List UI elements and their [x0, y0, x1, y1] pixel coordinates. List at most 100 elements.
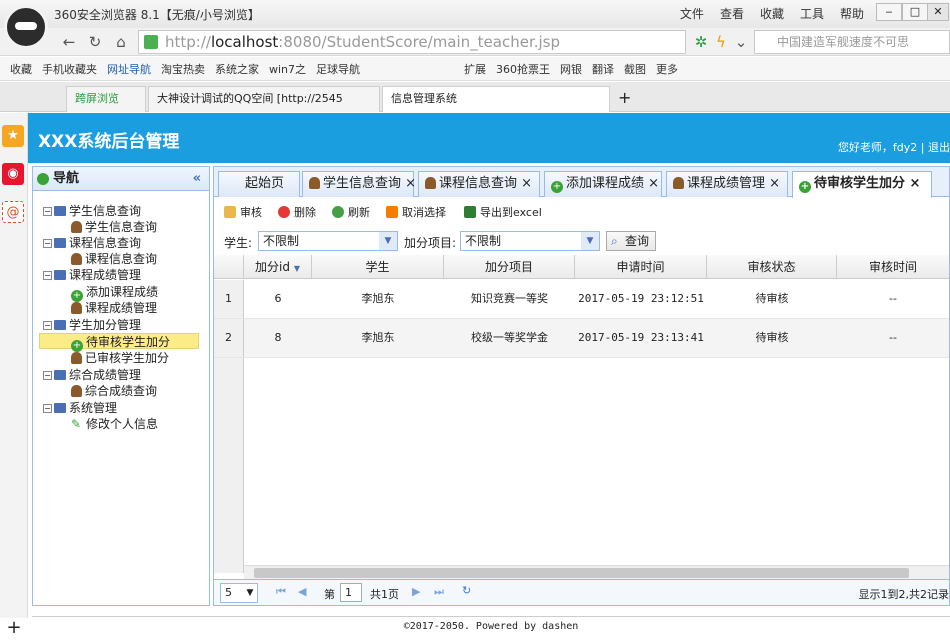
minimize-button[interactable]: ‒	[876, 3, 902, 21]
tab-course-info[interactable]: 课程信息查询 ×	[418, 171, 540, 197]
student-select[interactable]: 不限制 ▼	[258, 231, 398, 251]
delete-button[interactable]: 删除	[278, 204, 316, 220]
query-button[interactable]: ⌕ 查询	[606, 231, 656, 251]
user-icon	[71, 221, 82, 233]
menu-file[interactable]: 文件	[680, 5, 704, 22]
nav-title: 导航	[53, 171, 80, 186]
tree-item[interactable]: 课程信息查询	[71, 251, 157, 267]
tree-group[interactable]: − 系统管理	[43, 400, 117, 416]
column-header[interactable]: 审核状态	[707, 255, 837, 279]
fav-item[interactable]: 360抢票王	[496, 61, 550, 77]
prev-page-icon[interactable]: ◀	[298, 585, 306, 598]
fav-item[interactable]: 截图	[624, 61, 646, 77]
tree-item[interactable]: 课程成绩管理	[71, 300, 157, 316]
computer-icon	[54, 238, 66, 248]
fav-item[interactable]: 收藏	[10, 61, 32, 77]
refresh-button[interactable]: 刷新	[332, 204, 370, 220]
column-header[interactable]: 加分项目	[444, 255, 575, 279]
fav-item[interactable]: 淘宝热卖	[161, 61, 205, 77]
tree-item[interactable]: 学生信息查询	[71, 219, 157, 235]
user-icon	[71, 385, 82, 397]
address-bar-row: ← ↻ ⌂ http://localhost:8080/StudentScore…	[0, 28, 950, 56]
tree-item[interactable]: 综合成绩查询	[71, 383, 157, 399]
tab-score-manage[interactable]: 课程成绩管理 ×	[666, 171, 788, 197]
browser-tab-active[interactable]: 信息管理系统	[382, 86, 610, 112]
menu-help[interactable]: 帮助	[840, 5, 864, 22]
browser-sidebar: ★ ◉ @	[0, 113, 28, 618]
cell-time: 2017-05-19 23:12:51	[578, 292, 704, 305]
audit-button[interactable]: 审核	[224, 204, 262, 220]
column-header[interactable]: 学生	[312, 255, 444, 279]
new-tab-icon[interactable]: +	[618, 88, 631, 107]
star-icon[interactable]: ★	[2, 125, 24, 147]
fav-item[interactable]: 网址导航	[107, 61, 151, 77]
menu-view[interactable]: 查看	[720, 5, 744, 22]
cell-id: 6	[274, 292, 282, 305]
tree-item[interactable]: ✎ 修改个人信息	[71, 416, 158, 432]
tab-pending-bonus[interactable]: + 待审核学生加分 ×	[792, 171, 932, 198]
user-icon	[71, 302, 82, 314]
column-header[interactable]: 申请时间	[575, 255, 707, 279]
next-page-icon[interactable]: ▶	[412, 585, 420, 598]
last-page-icon[interactable]: ⏭	[434, 585, 444, 599]
fav-item[interactable]: 网银	[560, 61, 582, 77]
lightning-icon[interactable]: ϟ	[710, 31, 732, 53]
user-icon	[71, 352, 82, 364]
tree-group[interactable]: − 课程成绩管理	[43, 267, 141, 283]
fav-item[interactable]: 足球导航	[316, 61, 360, 77]
plus-icon[interactable]: +	[0, 618, 28, 640]
tree-group[interactable]: − 学生信息查询	[43, 203, 141, 219]
tree-group[interactable]: − 综合成绩管理	[43, 367, 141, 383]
browser-tab[interactable]: 跨屏浏览	[66, 86, 146, 112]
user-greeting[interactable]: 您好老师，fdy2 | 退出	[838, 139, 950, 155]
home-icon[interactable]: ⌂	[110, 31, 132, 53]
toolbar: 审核 删除 刷新 取消选择 导出到excel	[214, 201, 949, 223]
column-header[interactable]: 加分id ▼	[244, 255, 312, 279]
url-input[interactable]: http://localhost:8080/StudentScore/main_…	[138, 30, 686, 54]
tree-group[interactable]: − 学生加分管理	[43, 317, 141, 333]
page-input[interactable]: 1	[340, 583, 362, 602]
scrollbar-thumb[interactable]	[254, 568, 909, 578]
bonus-item-select[interactable]: 不限制 ▼	[460, 231, 600, 251]
fav-item[interactable]: win7之	[269, 61, 306, 77]
fav-item[interactable]: 扩展	[464, 61, 486, 77]
search-input[interactable]: 中国建造军舰速度不可思	[754, 30, 950, 54]
close-window-button[interactable]: ✕	[927, 3, 949, 21]
fav-item[interactable]: 手机收藏夹	[42, 61, 97, 77]
chevron-down-icon: ▼	[379, 232, 397, 250]
fav-item[interactable]: 翻译	[592, 61, 614, 77]
back-icon[interactable]: ←	[58, 31, 80, 53]
maximize-button[interactable]: □	[902, 3, 928, 21]
cancel-selection-button[interactable]: 取消选择	[386, 204, 446, 220]
fav-item[interactable]: 系统之家	[215, 61, 259, 77]
first-page-icon[interactable]: ⏮	[276, 585, 286, 599]
nav-icon	[37, 173, 49, 185]
mail-icon[interactable]: @	[2, 201, 24, 223]
table-row[interactable]: 2 8 李旭东 校级一等奖学金 2017-05-19 23:13:41 待审核 …	[214, 319, 949, 358]
browser-tab[interactable]: 大神设计调试的QQ空间 [http://2545	[148, 86, 380, 112]
menu-tools[interactable]: 工具	[800, 5, 824, 22]
refresh-icon[interactable]: ↻	[84, 31, 106, 53]
reload-page-icon[interactable]: ↻	[462, 584, 471, 597]
collapse-icon[interactable]: «	[193, 167, 201, 191]
window-title: 360安全浏览器 8.1【无痕/小号浏览】	[54, 8, 260, 22]
page-size-select[interactable]: 5 ▼	[220, 583, 258, 603]
menu-favorites[interactable]: 收藏	[760, 5, 784, 22]
tree-item[interactable]: 已审核学生加分	[71, 350, 169, 366]
column-header[interactable]: 审核时间	[837, 255, 949, 279]
tab-add-score[interactable]: + 添加课程成绩 ×	[544, 171, 662, 197]
table-row[interactable]: 1 6 李旭东 知识竞赛一等奖 2017-05-19 23:12:51 待审核 …	[214, 280, 949, 319]
cell-id: 8	[274, 331, 282, 344]
tree-group[interactable]: − 课程信息查询	[43, 235, 141, 251]
tree-item-selected[interactable]: + 待审核学生加分	[39, 333, 199, 352]
export-excel-button[interactable]: 导出到excel	[464, 204, 542, 220]
weibo-icon[interactable]: ◉	[2, 163, 24, 185]
reload-icon[interactable]: ✲	[690, 31, 712, 53]
tree-item[interactable]: + 添加课程成绩	[71, 284, 158, 302]
computer-icon	[54, 320, 66, 330]
fav-item[interactable]: 更多	[656, 61, 678, 77]
tab-home[interactable]: 起始页	[218, 171, 300, 197]
chevron-down-icon[interactable]: ⌄	[730, 31, 752, 53]
tab-student-info[interactable]: 学生信息查询 ×	[302, 171, 416, 197]
cell-status: 待审核	[755, 292, 789, 305]
